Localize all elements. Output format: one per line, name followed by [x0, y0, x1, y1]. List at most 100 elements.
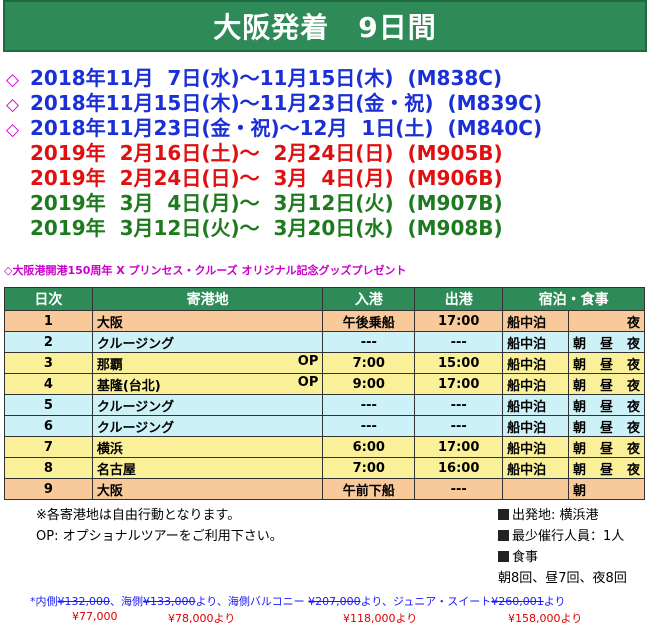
table-row: 2 クルージング --- --- 船中泊朝昼夜 — [4, 331, 645, 353]
cell-arrive: 午前下船 — [322, 478, 416, 500]
departure-date-text: 2018年11月15日(木)～11月23日(金・祝) (M839C) — [30, 91, 543, 115]
meal-lunch: 昼 — [600, 357, 614, 373]
departure-date-row: 2019年 3月 4日(月)～ 3月12日(火) (M907B) — [6, 191, 542, 216]
meal-breakfast: 朝 — [573, 441, 587, 457]
diamond-icon: ◇ — [6, 120, 20, 140]
departure-date-text: 2018年11月23日(金・祝)～12月 1日(土) (M840C) — [30, 116, 543, 140]
ocean-old-price: ¥133,000 — [143, 595, 196, 608]
departure-date-row: ◇ 2018年11月 7日(水)～11月15日(木) (M838C) — [6, 66, 542, 91]
info-departure: 出発地: 横浜港 — [498, 505, 627, 526]
meal-breakfast: 朝 — [573, 483, 587, 499]
cell-arrive: 9:00 — [322, 373, 416, 395]
cell-depart: --- — [414, 331, 504, 353]
port-name: クルージング — [96, 420, 175, 436]
cell-stay: 船中泊 — [502, 415, 570, 437]
page-title-banner: 大阪発着 9日間 — [3, 0, 647, 52]
bullet-square-icon — [498, 551, 509, 562]
op-badge: OP — [297, 353, 319, 369]
cell-arrive: 7:00 — [322, 352, 416, 374]
page-title: 大阪発着 9日間 — [213, 11, 437, 44]
cell-port: クルージング — [91, 415, 324, 437]
itinerary-header-row: 日次 寄港地 入港 出港 宿泊・食事 — [4, 287, 645, 311]
balcony-old-price: ¥207,000 — [308, 595, 361, 608]
info-meals-label: 食事 — [498, 547, 627, 568]
cell-day: 8 — [4, 457, 93, 479]
cell-depart: 17:00 — [414, 373, 504, 395]
cell-depart: --- — [414, 415, 504, 437]
cell-arrive: 午後乗船 — [322, 310, 416, 332]
bullet-square-icon — [498, 530, 509, 541]
cell-arrive: 6:00 — [322, 436, 416, 458]
cell-meals: 朝昼夜 — [568, 415, 645, 437]
cell-day: 4 — [4, 373, 93, 395]
cell-stay: 船中泊 — [502, 373, 570, 395]
cell-arrive: --- — [322, 415, 416, 437]
port-name: 名古屋 — [96, 462, 136, 478]
departure-dates-list: ◇ 2018年11月 7日(水)～11月15日(木) (M838C) ◇ 2018年1… — [6, 66, 542, 241]
cell-meals: 夜 — [568, 310, 645, 332]
departure-date-row: 2019年 2月16日(土)～ 2月24日(日) (M905B) — [6, 141, 542, 166]
meal-dinner: 夜 — [626, 441, 640, 457]
cell-stay: 船中泊 — [502, 394, 570, 416]
departure-date-row: ◇ 2018年11月15日(木)～11月23日(金・祝) (M839C) — [6, 91, 542, 116]
cell-stay — [502, 478, 570, 500]
cell-port: 名古屋 — [91, 457, 324, 479]
cell-meals: 朝昼夜 — [568, 457, 645, 479]
cell-depart: 15:00 — [414, 352, 504, 374]
table-row: 4 基隆(台北) OP 9:00 17:00 船中泊朝昼夜 — [4, 373, 645, 395]
port-name: 基隆(台北) — [96, 378, 161, 394]
cell-port: 基隆(台北) OP — [91, 373, 324, 395]
cell-stay: 船中泊 — [502, 310, 570, 332]
meal-lunch: 昼 — [600, 336, 614, 352]
header-depart: 出港 — [414, 287, 504, 311]
meal-lunch: 昼 — [600, 420, 614, 436]
info-meals-count: 朝8回、昼7回、夜8回 — [498, 571, 627, 586]
meal-dinner: 夜 — [626, 378, 640, 394]
price-sep: より、海側バルコニー — [195, 595, 309, 608]
price-sep: 、海側 — [110, 595, 143, 608]
departure-date-row: 2019年 3月12日(火)～ 3月20日(水) (M908B) — [6, 216, 542, 241]
cell-port: 那覇 OP — [91, 352, 324, 374]
table-row: 9 大阪 午前下船 --- 朝 — [4, 478, 645, 500]
port-name: 大阪 — [96, 483, 123, 499]
diamond-icon: ◇ — [6, 95, 20, 115]
balcony-new-price: ¥118,000より — [343, 612, 418, 625]
cell-port: クルージング — [91, 331, 324, 353]
note-free-time: ※各寄港地は自由行動となります。 — [36, 508, 241, 523]
inside-new-price: ¥77,000 — [72, 610, 118, 623]
departure-date-text: 2019年 2月24日(日)～ 3月 4日(月) (M906B) — [30, 166, 503, 190]
meal-lunch: 昼 — [600, 378, 614, 394]
cell-arrive: --- — [322, 331, 416, 353]
cell-depart: 17:00 — [414, 436, 504, 458]
notes-block: ※各寄港地は自由行動となります。 OP: オプショナルツアーをご利用下さい。 — [36, 505, 283, 547]
bullet-square-icon — [498, 509, 509, 520]
cell-meals: 朝昼夜 — [568, 373, 645, 395]
table-row: 8 名古屋 7:00 16:00 船中泊朝昼夜 — [4, 457, 645, 479]
meal-lunch: 昼 — [600, 441, 614, 457]
meal-breakfast: 朝 — [573, 420, 587, 436]
regular-prices: *内側¥132,000、海側¥133,000より、海側バルコニー ¥207,00… — [30, 593, 565, 609]
diamond-icon: ◇ — [6, 70, 20, 90]
cell-depart: --- — [414, 478, 504, 500]
cell-depart: 16:00 — [414, 457, 504, 479]
cell-port: クルージング — [91, 394, 324, 416]
departure-date-row: 2019年 2月24日(日)～ 3月 4日(月) (M906B) — [6, 166, 542, 191]
cell-day: 3 — [4, 352, 93, 374]
cell-stay: 船中泊 — [502, 436, 570, 458]
header-arrive: 入港 — [322, 287, 416, 311]
departure-date-text: 2018年11月 7日(水)～11月15日(木) (M838C) — [30, 66, 503, 90]
meal-breakfast: 朝 — [573, 357, 587, 373]
meal-breakfast: 朝 — [573, 462, 587, 478]
meal-breakfast: 朝 — [573, 336, 587, 352]
suite-old-price: ¥260,001 — [491, 595, 544, 608]
inside-old-price: ¥132,000 — [57, 595, 111, 608]
cell-day: 5 — [4, 394, 93, 416]
departure-date-text: 2019年 2月16日(土)～ 2月24日(日) (M905B) — [30, 141, 503, 165]
ocean-new-price: ¥78,000より — [168, 612, 236, 625]
info-min-people: 最少催行人員：1人 — [498, 526, 627, 547]
meal-dinner: 夜 — [626, 462, 640, 478]
header-day: 日次 — [4, 287, 93, 311]
info-block: 出発地: 横浜港 最少催行人員：1人 食事 朝8回、昼7回、夜8回 — [498, 505, 627, 589]
cell-arrive: --- — [322, 394, 416, 416]
meal-dinner: 夜 — [626, 357, 640, 373]
